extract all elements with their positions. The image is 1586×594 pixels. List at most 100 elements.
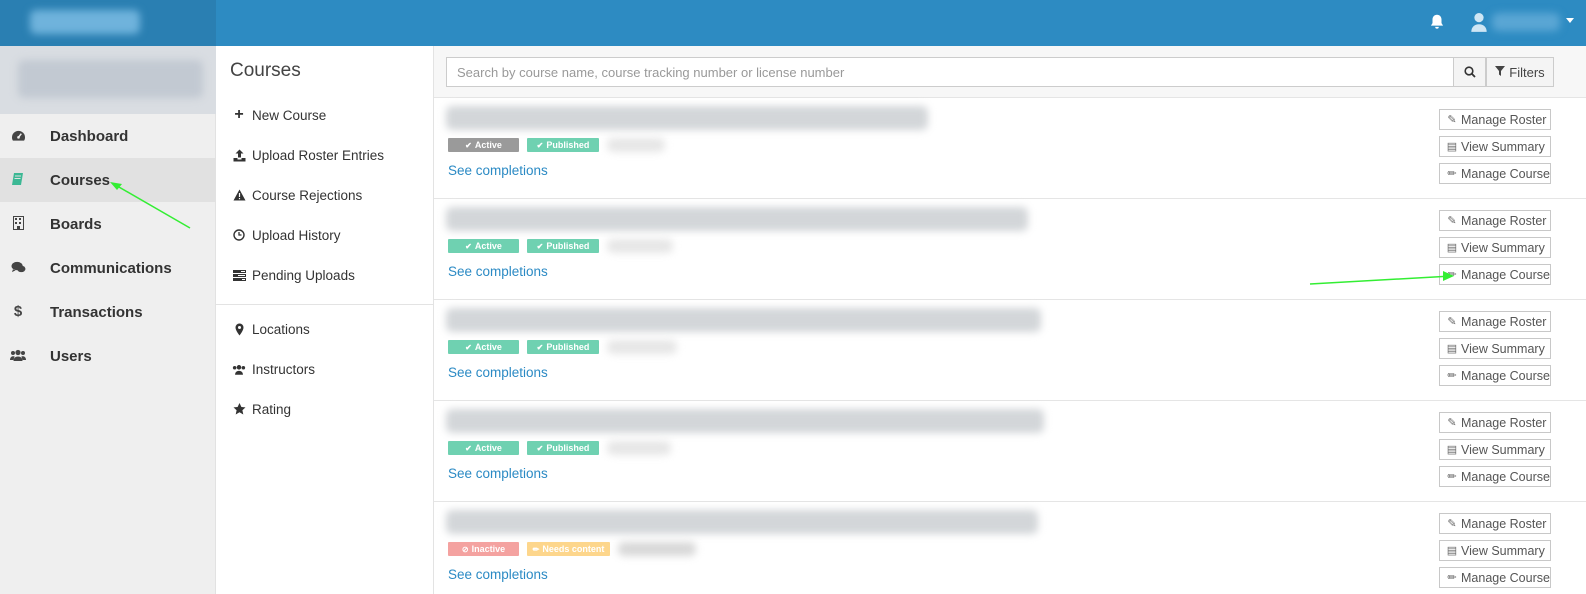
course-title-redacted[interactable] bbox=[446, 510, 1038, 534]
button-label: Manage Course bbox=[1461, 267, 1550, 282]
button-label: Manage Roster bbox=[1461, 112, 1547, 127]
course-actions: ✎ Manage Roster ▤ View Summary ✏ Manage Cou… bbox=[1439, 513, 1551, 594]
sidebar-item-users[interactable]: Users bbox=[0, 334, 216, 378]
manage-roster-button[interactable]: ✎ Manage Roster bbox=[1439, 311, 1551, 332]
course-meta-redacted bbox=[607, 138, 665, 152]
manage-course-button[interactable]: ✏ Manage Course bbox=[1439, 264, 1551, 285]
filters-button[interactable]: Filters bbox=[1486, 57, 1554, 87]
pencil-icon: ✏ bbox=[1447, 572, 1457, 584]
sidebar-item-boards[interactable]: Boards bbox=[0, 202, 216, 246]
button-label: Manage Roster bbox=[1461, 314, 1547, 329]
check-icon: ✔ bbox=[536, 241, 544, 251]
filter-icon bbox=[1495, 65, 1506, 79]
subnav-item-pending-uploads[interactable]: Pending Uploads bbox=[232, 265, 355, 285]
publish-badge-label: Published bbox=[546, 241, 590, 251]
status-badge-label: Active bbox=[474, 342, 502, 352]
subnav-item-label: Pending Uploads bbox=[252, 267, 355, 283]
file-icon: ▤ bbox=[1446, 444, 1458, 456]
course-title-redacted[interactable] bbox=[446, 308, 1041, 332]
star-icon bbox=[232, 402, 246, 416]
pencil-icon: ✏ bbox=[1447, 471, 1457, 483]
comments-icon bbox=[10, 259, 26, 275]
status-badge-label: Active bbox=[474, 443, 502, 453]
view-summary-button[interactable]: ▤ View Summary bbox=[1439, 136, 1551, 157]
manage-course-button[interactable]: ✏ Manage Course bbox=[1439, 365, 1551, 386]
dollar-icon: $ bbox=[13, 302, 23, 320]
subnav-item-upload-roster-entries[interactable]: Upload Roster Entries bbox=[232, 145, 384, 165]
see-completions-link[interactable]: See completions bbox=[448, 567, 548, 582]
content-badge: ✏ Needs content bbox=[527, 542, 610, 556]
subnav-item-new-course[interactable]: + New Course bbox=[232, 105, 326, 125]
button-label: Manage Course bbox=[1461, 166, 1550, 181]
subnav-item-rating[interactable]: Rating bbox=[232, 399, 291, 419]
see-completions-link[interactable]: See completions bbox=[448, 365, 548, 380]
subnav-title: Courses bbox=[230, 60, 301, 81]
pencil-icon: ✏ bbox=[1447, 370, 1457, 382]
subnav-divider bbox=[216, 304, 434, 305]
button-label: View Summary bbox=[1461, 240, 1545, 255]
user-name-redacted[interactable] bbox=[1492, 13, 1560, 31]
manage-roster-button[interactable]: ✎ Manage Roster bbox=[1439, 412, 1551, 433]
edit-icon: ✎ bbox=[1447, 316, 1457, 328]
subnav-item-course-rejections[interactable]: Course Rejections bbox=[232, 185, 362, 205]
course-badges: ✔ Active ✔ Published bbox=[448, 239, 673, 253]
courses-subnav: Courses + New Course Upload Roster Entri… bbox=[216, 46, 434, 594]
subnav-item-label: New Course bbox=[252, 107, 327, 123]
users-icon bbox=[232, 362, 246, 376]
brand-logo-redacted bbox=[30, 10, 140, 34]
user-icon[interactable] bbox=[1470, 11, 1488, 33]
view-summary-button[interactable]: ▤ View Summary bbox=[1439, 338, 1551, 359]
ban-icon: ⊘ bbox=[461, 544, 469, 554]
see-completions-link[interactable]: See completions bbox=[448, 264, 548, 279]
subnav-item-upload-history[interactable]: Upload History bbox=[232, 225, 341, 245]
publish-badge: ✔ Published bbox=[527, 340, 599, 354]
edit-icon: ✎ bbox=[1447, 215, 1457, 227]
see-completions-link[interactable]: See completions bbox=[448, 466, 548, 481]
course-row: ✔ Active ✔ Published See completions ✎ Mana… bbox=[434, 300, 1586, 401]
edit-icon: ✎ bbox=[1447, 417, 1457, 429]
button-label: Manage Course bbox=[1461, 469, 1550, 484]
sidebar-item-dashboard[interactable]: Dashboard bbox=[0, 114, 216, 158]
view-summary-button[interactable]: ▤ View Summary bbox=[1439, 540, 1551, 561]
file-icon: ▤ bbox=[1446, 242, 1458, 254]
status-badge: ✔ Active bbox=[448, 138, 519, 152]
see-completions-link[interactable]: See completions bbox=[448, 163, 548, 178]
search-icon bbox=[1463, 66, 1476, 78]
sidebar-item-communications[interactable]: Communications bbox=[0, 246, 216, 290]
button-label: Manage Roster bbox=[1461, 516, 1547, 531]
manage-course-button[interactable]: ✏ Manage Course bbox=[1439, 567, 1551, 588]
users-icon bbox=[10, 347, 26, 363]
course-row: ✔ Active ✔ Published See completions ✎ Mana… bbox=[434, 199, 1586, 300]
manage-roster-button[interactable]: ✎ Manage Roster bbox=[1439, 109, 1551, 130]
course-title-redacted[interactable] bbox=[446, 106, 928, 130]
manage-roster-button[interactable]: ✎ Manage Roster bbox=[1439, 210, 1551, 231]
view-summary-button[interactable]: ▤ View Summary bbox=[1439, 237, 1551, 258]
search-input[interactable] bbox=[446, 57, 1454, 87]
bell-icon[interactable] bbox=[1428, 13, 1446, 31]
course-title-redacted[interactable] bbox=[446, 409, 1044, 433]
main-nav: Dashboard Courses Boards Communications … bbox=[0, 114, 216, 378]
upload-icon bbox=[232, 148, 246, 162]
chevron-down-icon[interactable] bbox=[1566, 18, 1574, 23]
manage-roster-button[interactable]: ✎ Manage Roster bbox=[1439, 513, 1551, 534]
check-icon: ✔ bbox=[465, 241, 472, 251]
profile-redacted bbox=[18, 60, 203, 98]
file-icon: ▤ bbox=[1446, 343, 1458, 355]
file-icon: ▤ bbox=[1446, 141, 1458, 153]
sidebar-item-label: Transactions bbox=[50, 303, 143, 321]
sidebar-item-courses[interactable]: Courses bbox=[0, 158, 216, 202]
publish-badge: ✔ Published bbox=[527, 441, 599, 455]
view-summary-button[interactable]: ▤ View Summary bbox=[1439, 439, 1551, 460]
plus-icon: + bbox=[234, 106, 244, 123]
subnav-item-locations[interactable]: Locations bbox=[232, 319, 310, 339]
status-badge-label: Inactive bbox=[471, 544, 506, 554]
subnav-item-instructors[interactable]: Instructors bbox=[232, 359, 315, 379]
search-button[interactable] bbox=[1453, 57, 1486, 87]
manage-course-button[interactable]: ✏ Manage Course bbox=[1439, 163, 1551, 184]
course-title-redacted[interactable] bbox=[446, 207, 1028, 231]
button-label: Manage Course bbox=[1461, 368, 1550, 383]
sidebar-item-transactions[interactable]: $ Transactions bbox=[0, 290, 216, 334]
brand-area[interactable] bbox=[0, 0, 216, 46]
publish-badge-label: Published bbox=[546, 342, 590, 352]
manage-course-button[interactable]: ✏ Manage Course bbox=[1439, 466, 1551, 487]
